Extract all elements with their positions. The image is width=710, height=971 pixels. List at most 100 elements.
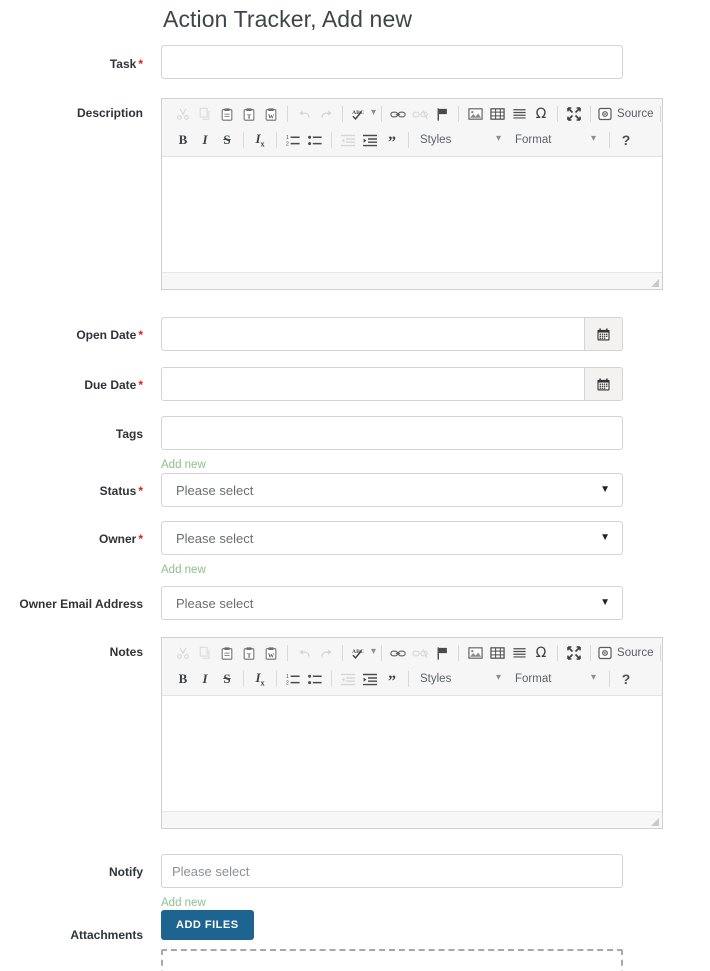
bulleted-list-icon[interactable] [304, 129, 326, 151]
undo-icon[interactable] [293, 642, 315, 664]
bold-icon[interactable]: B [172, 129, 194, 151]
spellcheck-icon[interactable]: ABC [348, 642, 370, 664]
maximize-icon[interactable] [563, 103, 585, 125]
toolbar-separator [609, 671, 610, 687]
help-button[interactable]: ? [615, 668, 637, 690]
copy-icon[interactable] [194, 642, 216, 664]
paste-word-icon[interactable]: W [260, 103, 282, 125]
indent-icon[interactable] [359, 668, 381, 690]
horizontal-rule-icon[interactable] [508, 642, 530, 664]
chevron-down-icon: ▾ [590, 672, 596, 683]
link-icon[interactable] [387, 642, 409, 664]
notify-input[interactable] [161, 854, 623, 888]
link-icon[interactable] [387, 103, 409, 125]
image-icon[interactable] [464, 642, 486, 664]
unlink-icon[interactable] [409, 642, 431, 664]
styles-label: Styles [420, 673, 452, 685]
spellcheck-dropdown-arrow[interactable]: ▾ [371, 642, 376, 664]
blockquote-icon[interactable]: ” [381, 668, 403, 690]
due-date-input[interactable] [161, 367, 584, 401]
paste-word-icon[interactable]: W [260, 642, 282, 664]
notes-editor-body[interactable] [162, 696, 662, 811]
italic-icon[interactable]: I [194, 129, 216, 151]
resize-grip-icon[interactable] [651, 818, 659, 826]
horizontal-rule-icon[interactable] [508, 103, 530, 125]
outdent-icon[interactable] [337, 129, 359, 151]
toolbar-separator [458, 645, 460, 661]
bold-icon[interactable]: B [172, 668, 194, 690]
paste-text-icon[interactable]: T [238, 642, 260, 664]
strikethrough-icon[interactable]: S [216, 129, 238, 151]
add-files-button[interactable]: ADD FILES [161, 910, 254, 940]
redo-icon[interactable] [315, 103, 337, 125]
tags-input[interactable] [161, 416, 623, 450]
outdent-icon[interactable] [337, 668, 359, 690]
attachments-dropzone[interactable] [161, 949, 623, 971]
special-char-icon[interactable]: Ω [530, 642, 552, 664]
notes-rich-text-editor[interactable]: T W ABC ▾ Ω Source B I S Ix 1 2 ” Styles… [161, 637, 663, 829]
spellcheck-dropdown-arrow[interactable]: ▾ [371, 103, 376, 125]
toolbar-separator [331, 671, 332, 687]
numbered-list-icon[interactable]: 12 [282, 668, 304, 690]
owner-select[interactable]: Please select ▼ [161, 521, 623, 555]
chevron-down-icon: ▼ [600, 484, 610, 495]
remove-format-icon[interactable]: Ix [249, 129, 271, 151]
source-button[interactable]: Source [596, 103, 655, 125]
format-dropdown[interactable]: Format ▾ [509, 668, 604, 690]
unlink-icon[interactable] [409, 103, 431, 125]
italic-icon[interactable]: I [194, 668, 216, 690]
special-char-icon[interactable]: Ω [530, 103, 552, 125]
svg-text:T: T [247, 652, 252, 659]
status-select[interactable]: Please select ▼ [161, 473, 623, 507]
task-input[interactable] [161, 45, 623, 79]
undo-icon[interactable] [293, 103, 315, 125]
toolbar-separator [590, 645, 592, 661]
format-dropdown[interactable]: Format ▾ [509, 129, 604, 151]
owner-label: Owner * [98, 532, 143, 546]
notify-add-new-link[interactable]: Add new [161, 897, 206, 909]
maximize-icon[interactable] [563, 642, 585, 664]
copy-icon[interactable] [194, 103, 216, 125]
owner-email-select[interactable]: Please select ▼ [161, 586, 623, 620]
paste-text-icon[interactable]: T [238, 103, 260, 125]
open-date-input[interactable] [161, 317, 584, 351]
add-new-form-page: Action Tracker, Add new Task * Descriptio… [0, 0, 710, 971]
open-date-calendar-button[interactable] [584, 317, 623, 351]
svg-text:2: 2 [286, 680, 289, 686]
table-icon[interactable] [486, 103, 508, 125]
numbered-list-icon[interactable]: 12 [282, 129, 304, 151]
paste-icon[interactable] [216, 103, 238, 125]
bulleted-list-icon[interactable] [304, 668, 326, 690]
description-rich-text-editor[interactable]: T W ABC ▾ Ω Source B I S Ix 1 2 ” Styles… [161, 98, 663, 290]
help-button[interactable]: ? [615, 129, 637, 151]
owner-add-new-link[interactable]: Add new [161, 564, 206, 576]
styles-dropdown[interactable]: Styles ▾ [414, 668, 509, 690]
strikethrough-icon[interactable]: S [216, 668, 238, 690]
paste-icon[interactable] [216, 642, 238, 664]
table-icon[interactable] [486, 642, 508, 664]
source-label: Source [617, 647, 654, 659]
task-label: Task * [109, 57, 143, 71]
redo-icon[interactable] [315, 642, 337, 664]
source-button[interactable]: Source [596, 642, 655, 664]
indent-icon[interactable] [359, 129, 381, 151]
blockquote-icon[interactable]: ” [381, 129, 403, 151]
cut-icon[interactable] [172, 642, 194, 664]
styles-dropdown[interactable]: Styles ▾ [414, 129, 509, 151]
toolbar-separator [590, 106, 592, 122]
description-editor-body[interactable] [162, 157, 662, 272]
help-label: ? [621, 671, 631, 687]
spellcheck-icon[interactable]: ABC [348, 103, 370, 125]
cut-icon[interactable] [172, 103, 194, 125]
remove-format-icon[interactable]: Ix [249, 668, 271, 690]
image-icon[interactable] [464, 103, 486, 125]
toolbar-separator [557, 645, 559, 661]
anchor-flag-icon[interactable] [431, 642, 453, 664]
editor-toolbar-row-2: B I S Ix 12 ” Styles ▾ Format ▾ ? [162, 127, 662, 153]
chevron-down-icon: ▾ [495, 133, 501, 144]
resize-grip-icon[interactable] [651, 279, 659, 287]
anchor-flag-icon[interactable] [431, 103, 453, 125]
tags-add-new-link[interactable]: Add new [161, 459, 206, 471]
due-date-calendar-button[interactable] [584, 367, 623, 401]
source-icon [598, 107, 612, 121]
